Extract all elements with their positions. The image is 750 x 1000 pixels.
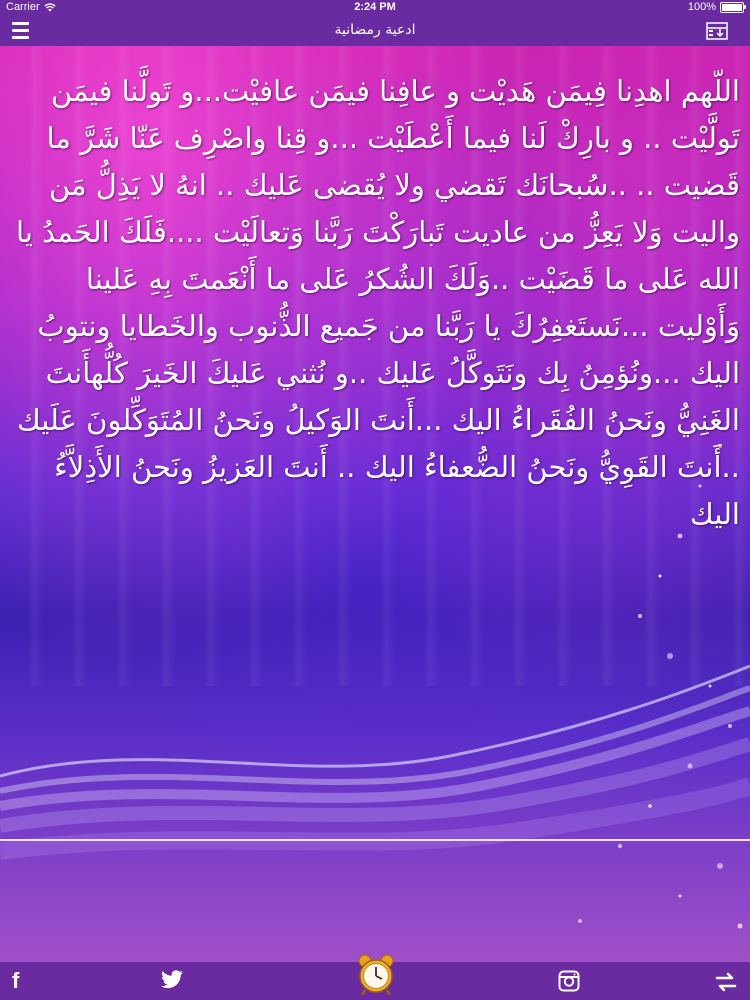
twitter-button[interactable]: [160, 970, 184, 992]
battery-icon: [720, 1, 746, 13]
prayer-text: اللّهم اهدِنا فِيمَن هَديْت و عافِنا فيم…: [16, 74, 740, 531]
prayer-content-area: اللّهم اهدِنا فِيمَن هَديْت و عافِنا فيم…: [0, 46, 750, 962]
status-bar: Carrier 2:24 PM 100%: [0, 0, 750, 16]
status-time: 2:24 PM: [354, 1, 396, 13]
alarm-button[interactable]: [356, 952, 396, 998]
share-icon: [715, 972, 737, 992]
status-right: 100%: [687, 1, 746, 13]
share-button[interactable]: [714, 972, 738, 992]
alarm-clock-icon: [358, 954, 394, 996]
bottom-tab-bar: f: [0, 954, 750, 1000]
instagram-icon: [558, 970, 580, 992]
nav-bar: ادعية رمضانية: [0, 16, 750, 46]
twitter-icon: [161, 970, 183, 989]
facebook-button[interactable]: f: [12, 968, 19, 994]
download-icon: [706, 22, 728, 40]
instagram-button[interactable]: [558, 970, 580, 992]
facebook-icon: f: [12, 968, 20, 993]
page-title: ادعية رمضانية: [334, 22, 416, 38]
download-button[interactable]: [706, 22, 728, 40]
battery-percent: 100%: [687, 1, 716, 13]
